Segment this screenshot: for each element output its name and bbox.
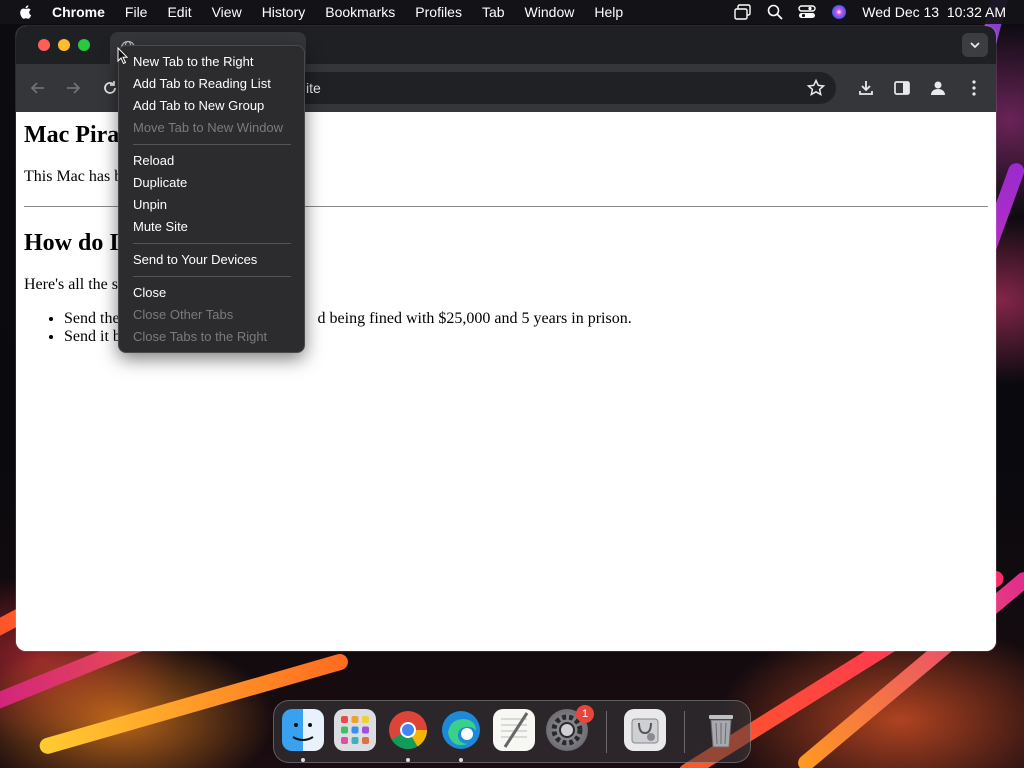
running-indicator [301,758,305,762]
back-arrow-icon[interactable] [28,78,48,98]
menu-profiles[interactable]: Profiles [415,4,462,20]
page-heading: Mac Pira [24,122,120,148]
section-heading: How do I [24,230,119,256]
macos-menu-bar: Chrome File Edit View History Bookmarks … [0,0,1024,24]
menu-history[interactable]: History [262,4,306,20]
menu-item-duplicate[interactable]: Duplicate [133,173,298,193]
dock-separator [606,711,607,753]
menu-view[interactable]: View [212,4,242,20]
tab-context-menu: New Tab to the Right Add Tab to Reading … [118,45,305,353]
zoom-window-button[interactable] [78,39,90,51]
menu-item-add-new-group[interactable]: Add Tab to New Group [133,96,298,116]
address-bar-url: ite [306,80,321,96]
menu-edit[interactable]: Edit [167,4,191,20]
disk-utility-icon[interactable] [624,709,666,751]
menu-window[interactable]: Window [525,4,575,20]
profile-avatar-icon[interactable] [928,78,948,98]
tab-search-button[interactable] [962,33,988,57]
menu-bookmarks[interactable]: Bookmarks [325,4,395,20]
trash-icon[interactable] [700,709,742,751]
spotlight-search-icon[interactable] [766,3,784,21]
textedit-icon[interactable] [493,709,535,751]
dock: 1 [273,700,751,763]
running-indicator [406,758,410,762]
siri-icon[interactable] [830,3,848,21]
menu-item-add-reading-list[interactable]: Add Tab to Reading List [133,74,298,94]
chevron-down-icon [970,42,980,49]
menu-item-unpin[interactable]: Unpin [133,195,298,215]
menu-item-send-to-devices[interactable]: Send to Your Devices [133,250,298,270]
forward-arrow-icon[interactable] [63,78,83,98]
screen-mirroring-icon[interactable] [734,3,752,21]
running-indicator [459,758,463,762]
menu-item-close-tabs-right: Close Tabs to the Right [133,329,268,344]
menu-item-mute-site[interactable]: Mute Site [133,217,298,237]
menu-app-name[interactable]: Chrome [52,4,105,20]
minimize-window-button[interactable] [58,39,70,51]
menubar-clock[interactable]: Wed Dec 13 10:32 AM [862,4,1006,20]
menu-item-move-new-window: Move Tab to New Window [133,120,284,135]
mouse-cursor-icon [117,47,129,65]
control-center-icon[interactable] [798,3,816,21]
apple-logo-icon[interactable] [18,4,34,20]
menu-separator [133,276,291,277]
menu-file[interactable]: File [125,4,148,20]
section-paragraph: Here's all the s [24,276,118,293]
menu-help[interactable]: Help [594,4,623,20]
side-panel-icon[interactable] [892,78,912,98]
chrome-icon[interactable] [387,709,429,751]
menu-separator [133,144,291,145]
close-window-button[interactable] [38,39,50,51]
menu-tab[interactable]: Tab [482,4,505,20]
menu-separator [133,243,291,244]
more-menu-icon[interactable] [964,78,984,98]
menu-item-new-tab-right[interactable]: New Tab to the Right [133,52,298,72]
edge-icon[interactable] [440,709,482,751]
finder-icon[interactable] [282,709,324,751]
menu-item-close-other-tabs: Close Other Tabs [133,307,234,322]
download-icon[interactable] [856,78,876,98]
bookmark-star-icon[interactable] [806,78,826,98]
menu-item-reload[interactable]: Reload [133,151,298,171]
launchpad-icon[interactable] [334,709,376,751]
page-paragraph: This Mac has b [24,168,123,185]
reload-icon[interactable] [100,78,120,98]
notification-badge: 1 [576,705,594,723]
dock-separator [684,711,685,753]
menu-item-close[interactable]: Close [133,283,298,303]
